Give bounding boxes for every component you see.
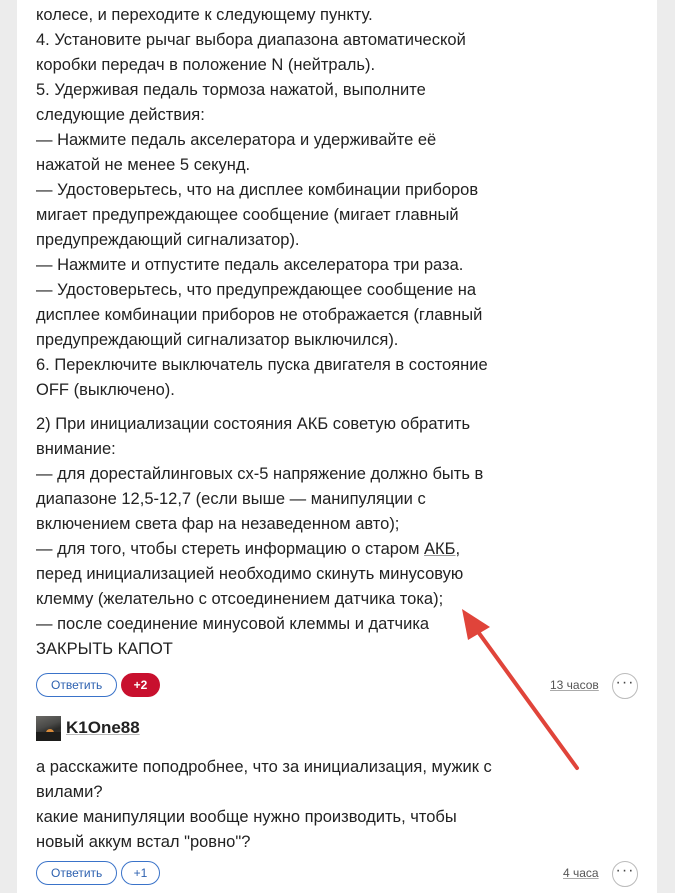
- text-line: — для дорестайлинговых сх-5 напряжение д…: [36, 465, 484, 483]
- text-line: — для того, чтобы стереть информацию о с…: [36, 537, 516, 562]
- text-fragment: ,: [455, 540, 461, 558]
- text-line: — Удостоверьтесь, что на дисплее комбина…: [36, 181, 479, 199]
- text-line: — Нажмите и отпустите педаль акселератор…: [36, 256, 464, 274]
- text-line: — после соединение минусовой клеммы и да…: [36, 615, 430, 633]
- more-dots-icon[interactable]: ···: [612, 673, 638, 699]
- text-line: колесе, и переходите к следующему пункту…: [36, 6, 373, 24]
- text-line: новый аккум встал "ровно"?: [36, 833, 251, 851]
- vote-count-badge[interactable]: +1: [121, 861, 160, 885]
- comment1-actions: Ответить +2 13 часов ···: [36, 673, 638, 699]
- text-line: внимание:: [36, 440, 116, 458]
- timestamp-link[interactable]: 13 часов: [550, 678, 599, 692]
- reply-button[interactable]: Ответить: [36, 861, 118, 885]
- text-line: — Удостоверьтесь, что предупреждающее со…: [36, 281, 477, 299]
- comment1-text-part2: 2) При инициализации состояния АКБ совет…: [36, 412, 516, 662]
- text-line: следующие действия:: [36, 106, 205, 124]
- reply-button[interactable]: Ответить: [36, 673, 118, 697]
- author-name-link[interactable]: K1One88: [66, 718, 140, 738]
- text-line: мигает предупреждающее сообщение (мигает…: [36, 206, 459, 224]
- text-line: нажатой не менее 5 секунд.: [36, 156, 251, 174]
- text-line: 2) При инициализации состояния АКБ совет…: [36, 415, 471, 433]
- text-line: 4. Установите рычаг выбора диапазона авт…: [36, 31, 466, 49]
- vote-count-badge[interactable]: +2: [121, 673, 160, 697]
- avatar[interactable]: [36, 716, 61, 741]
- text-line: дисплее комбинации приборов не отображае…: [36, 306, 483, 324]
- more-dots-icon[interactable]: ···: [612, 861, 638, 887]
- text-line: предупреждающий сигнализатор выключился)…: [36, 331, 399, 349]
- text-line: OFF (выключено).: [36, 381, 175, 399]
- text-line: клемму (желательно с отсоединением датчи…: [36, 590, 444, 608]
- text-line: 5. Удерживая педаль тормоза нажатой, вып…: [36, 81, 426, 99]
- text-line: 6. Переключите выключатель пуска двигате…: [36, 356, 488, 374]
- akb-link[interactable]: АКБ: [424, 540, 455, 558]
- text-line: предупреждающий сигнализатор).: [36, 231, 300, 249]
- comment2-actions: Ответить +1 4 часа ···: [36, 861, 638, 887]
- text-line: а расскажите поподробнее, что за инициал…: [36, 758, 492, 776]
- text-line: диапазоне 12,5-12,7 (если выше — манипул…: [36, 490, 426, 508]
- comment1-text-part1: колесе, и переходите к следующему пункту…: [36, 3, 516, 403]
- timestamp-link[interactable]: 4 часа: [563, 866, 599, 880]
- text-line: ЗАКРЫТЬ КАПОТ: [36, 640, 173, 658]
- text-line: перед инициализацией необходимо скинуть …: [36, 565, 464, 583]
- text-line: включением света фар на незаведенном авт…: [36, 515, 400, 533]
- text-line: — Нажмите педаль акселератора и удержива…: [36, 131, 437, 149]
- text-line: коробки передач в положение N (нейтраль)…: [36, 56, 376, 74]
- comment2-text: а расскажите поподробнее, что за инициал…: [36, 755, 516, 855]
- text-line: вилами?: [36, 783, 103, 801]
- text-fragment: — для того, чтобы стереть информацию о с…: [36, 540, 425, 558]
- text-line: какие манипуляции вообще нужно производи…: [36, 808, 457, 826]
